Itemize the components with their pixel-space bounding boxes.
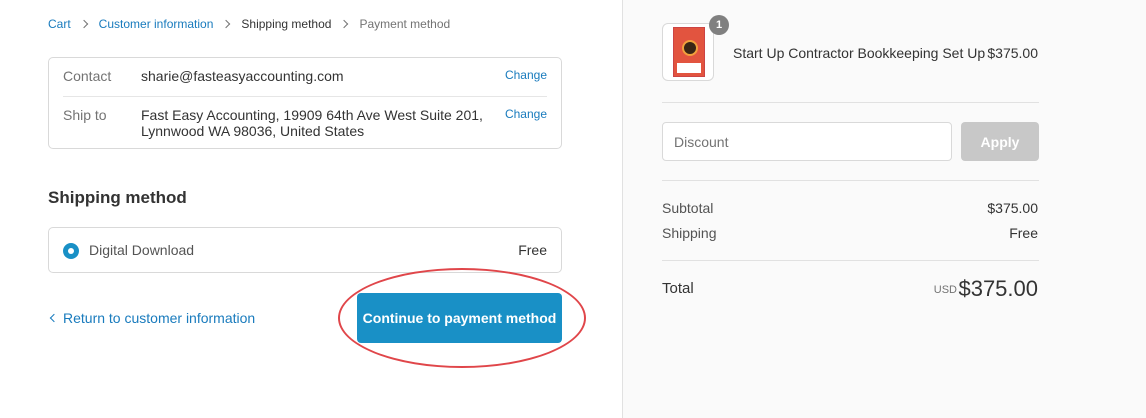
return-link-label: Return to customer information [63, 310, 256, 326]
apply-discount-button[interactable]: Apply [961, 122, 1039, 161]
product-price: $375.00 [987, 45, 1038, 61]
breadcrumb-cart[interactable]: Cart [48, 17, 71, 31]
subtotal-label: Subtotal [662, 200, 714, 216]
subtotal-value: $375.00 [987, 200, 1038, 216]
contact-email: sharie@fasteasyaccounting.com [141, 68, 344, 84]
change-address-link[interactable]: Change [505, 107, 547, 121]
contact-label: Contact [63, 68, 112, 84]
breadcrumb: Cart Customer information Shipping metho… [48, 17, 450, 31]
main-panel: Cart Customer information Shipping metho… [0, 0, 622, 418]
breadcrumb-customer-information[interactable]: Customer information [99, 17, 214, 31]
product-thumbnail [662, 23, 714, 81]
shipping-option-price: Free [518, 242, 547, 258]
discount-input[interactable] [662, 122, 952, 161]
breadcrumb-shipping-method: Shipping method [241, 17, 332, 31]
shipping-option-label: Digital Download [89, 242, 195, 258]
ship-to-label: Ship to [63, 107, 107, 123]
radio-selected-icon[interactable] [63, 243, 79, 259]
divider [662, 180, 1039, 181]
total-label: Total [662, 280, 694, 297]
address-line-2: Lynnwood WA 98036, United States [141, 123, 365, 139]
review-divider [63, 96, 547, 97]
chevron-right-icon [340, 19, 349, 29]
ship-to-row: Ship to Fast Easy Accounting, 19909 64th… [63, 107, 547, 143]
chevron-right-icon [79, 19, 88, 29]
shipping-option[interactable]: Digital Download Free [48, 227, 562, 273]
review-box: Contact sharie@fasteasyaccounting.com Ch… [48, 57, 562, 149]
breadcrumb-payment-method: Payment method [359, 17, 451, 31]
order-summary-sidebar: 1 Start Up Contractor Bookkeeping Set Up… [622, 0, 1146, 418]
ship-to-address: Fast Easy Accounting, 19909 64th Ave Wes… [141, 107, 483, 139]
change-contact-link[interactable]: Change [505, 68, 547, 82]
contact-row: Contact sharie@fasteasyaccounting.com Ch… [63, 68, 547, 88]
chevron-left-icon [49, 313, 59, 323]
total-amount: $375.00 [958, 276, 1038, 301]
shipping-method-heading: Shipping method [48, 188, 187, 207]
quantity-badge: 1 [709, 15, 729, 35]
shipping-value: Free [1009, 225, 1038, 241]
address-line-1: Fast Easy Accounting, 19909 64th Ave Wes… [141, 107, 483, 123]
continue-to-payment-button[interactable]: Continue to payment method [357, 293, 562, 343]
total-currency: USD [933, 284, 957, 296]
divider [662, 260, 1039, 261]
product-image [673, 27, 705, 77]
chevron-right-icon [222, 19, 231, 29]
product-name: Start Up Contractor Bookkeeping Set Up [733, 45, 986, 61]
return-to-customer-information-link[interactable]: Return to customer information [48, 310, 255, 326]
shipping-label: Shipping [662, 225, 717, 241]
divider [662, 102, 1039, 103]
